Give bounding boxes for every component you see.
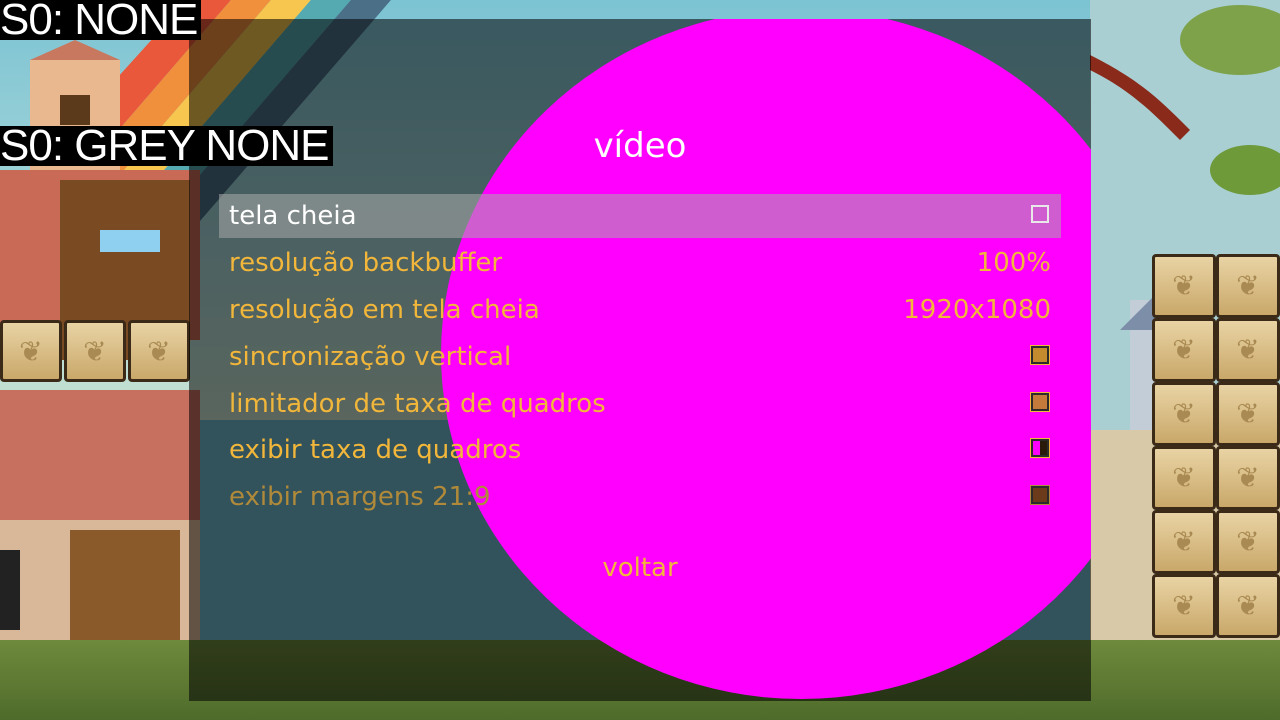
debug-label-2: S0: GREY NONE [0, 124, 333, 168]
frame-limiter-checkbox[interactable] [1030, 392, 1050, 412]
option-label: tela cheia [229, 201, 357, 231]
option-vsync[interactable]: sincronização vertical [219, 335, 1061, 379]
back-button[interactable]: voltar [189, 551, 1091, 585]
crate [1152, 382, 1216, 446]
crates-right [1152, 254, 1280, 638]
crate [128, 320, 190, 382]
fullscreen-checkbox[interactable] [1031, 205, 1049, 223]
debug-label-1: S0: NONE [0, 0, 202, 42]
option-backbuffer-resolution[interactable]: resolução backbuffer 100% [219, 241, 1061, 285]
show-framerate-checkbox[interactable] [1030, 438, 1050, 458]
option-label: sincronização vertical [229, 342, 512, 372]
option-show-framerate[interactable]: exibir taxa de quadros [219, 428, 1061, 472]
crate [1152, 446, 1216, 510]
crate [1152, 318, 1216, 382]
crate [1216, 446, 1280, 510]
option-fullscreen-resolution[interactable]: resolução em tela cheia 1920x1080 [219, 288, 1061, 332]
option-label: exibir taxa de quadros [229, 435, 522, 465]
option-label: resolução em tela cheia [229, 295, 540, 325]
option-label: resolução backbuffer [229, 248, 503, 278]
crate [1152, 510, 1216, 574]
crate [1152, 254, 1216, 318]
crate [1216, 254, 1280, 318]
option-label: limitador de taxa de quadros [229, 389, 606, 419]
crates-left [0, 320, 190, 384]
crate [1216, 574, 1280, 638]
option-label: exibir margens 21:9 [229, 482, 491, 512]
crate [1216, 382, 1280, 446]
crate [64, 320, 126, 382]
crate [1216, 510, 1280, 574]
option-show-margins[interactable]: exibir margens 21:9 [219, 475, 1061, 519]
show-margins-checkbox[interactable] [1030, 485, 1050, 505]
option-value: 100% [976, 248, 1051, 278]
vsync-checkbox[interactable] [1030, 345, 1050, 365]
crate [1216, 318, 1280, 382]
option-frame-limiter[interactable]: limitador de taxa de quadros [219, 382, 1061, 426]
crate [0, 320, 62, 382]
option-value: 1920x1080 [903, 295, 1051, 325]
crate [1152, 574, 1216, 638]
option-fullscreen[interactable]: tela cheia [219, 194, 1061, 238]
